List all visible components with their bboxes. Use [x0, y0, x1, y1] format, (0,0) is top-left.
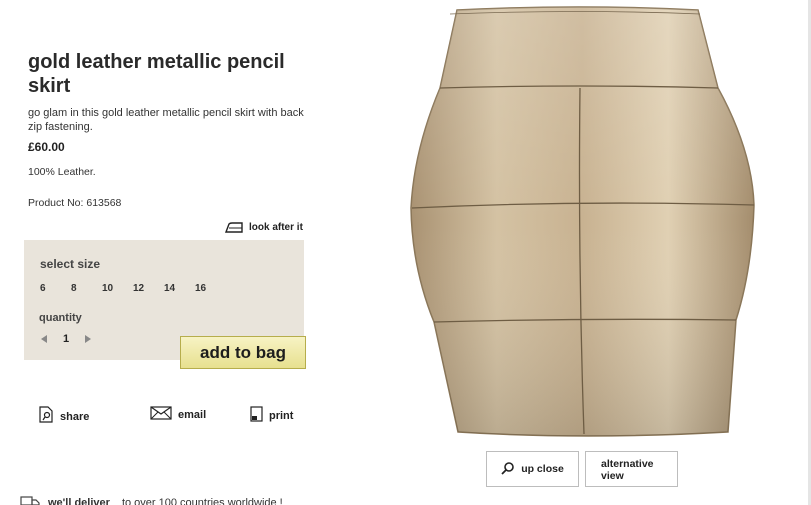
up-close-button[interactable]: up close — [486, 451, 579, 487]
product-details: gold leather metallic pencil skirt go gl… — [0, 0, 330, 505]
delivery-truck-icon — [20, 494, 40, 505]
product-price: £60.00 — [28, 140, 65, 154]
up-close-label: up close — [521, 463, 564, 475]
product-description: go glam in this gold leather metallic pe… — [28, 107, 304, 133]
quantity-label: quantity — [39, 312, 82, 324]
email-label: email — [178, 408, 207, 421]
skirt-photo — [410, 6, 755, 437]
share-icon — [38, 406, 54, 427]
delivery-bold-text: we'll deliver — [48, 496, 110, 505]
product-title: gold leather metallic pencil skirt — [28, 51, 285, 97]
envelope-icon — [150, 406, 172, 423]
size-option-14[interactable]: 14 — [164, 283, 195, 294]
look-after-it-link[interactable]: look after it — [224, 222, 303, 233]
size-option-8[interactable]: 8 — [71, 283, 102, 294]
select-size-label: select size — [40, 257, 101, 271]
print-link[interactable]: print — [250, 406, 293, 425]
size-option-12[interactable]: 12 — [133, 283, 164, 294]
size-options: 6 8 10 12 14 16 — [40, 283, 226, 294]
size-option-16[interactable]: 16 — [195, 283, 226, 294]
look-after-it-label: look after it — [249, 222, 303, 233]
add-to-bag-button[interactable]: add to bag — [180, 336, 306, 369]
quantity-value: 1 — [62, 333, 70, 345]
quantity-increase-icon[interactable] — [82, 334, 94, 344]
iron-icon — [224, 222, 244, 233]
email-link[interactable]: email — [150, 406, 206, 423]
size-option-10[interactable]: 10 — [102, 283, 133, 294]
share-link[interactable]: share — [38, 406, 89, 427]
magnifier-icon — [501, 461, 515, 478]
print-label: print — [269, 409, 294, 422]
share-label: share — [60, 410, 90, 423]
delivery-text: we'll deliver to over 100 countries world… — [48, 497, 283, 505]
print-icon — [250, 406, 263, 425]
alternative-view-button[interactable]: alternative view — [585, 451, 678, 487]
product-material: 100% Leather. — [28, 166, 96, 178]
delivery-banner: we'll deliver to over 100 countries world… — [20, 494, 283, 505]
size-option-6[interactable]: 6 — [40, 283, 71, 294]
delivery-rest-text: to over 100 countries worldwide ! — [121, 496, 283, 505]
quantity-stepper: 1 — [38, 333, 94, 345]
product-number: Product No: 613568 — [28, 197, 122, 209]
quantity-decrease-icon[interactable] — [38, 334, 50, 344]
product-image — [400, 0, 780, 445]
